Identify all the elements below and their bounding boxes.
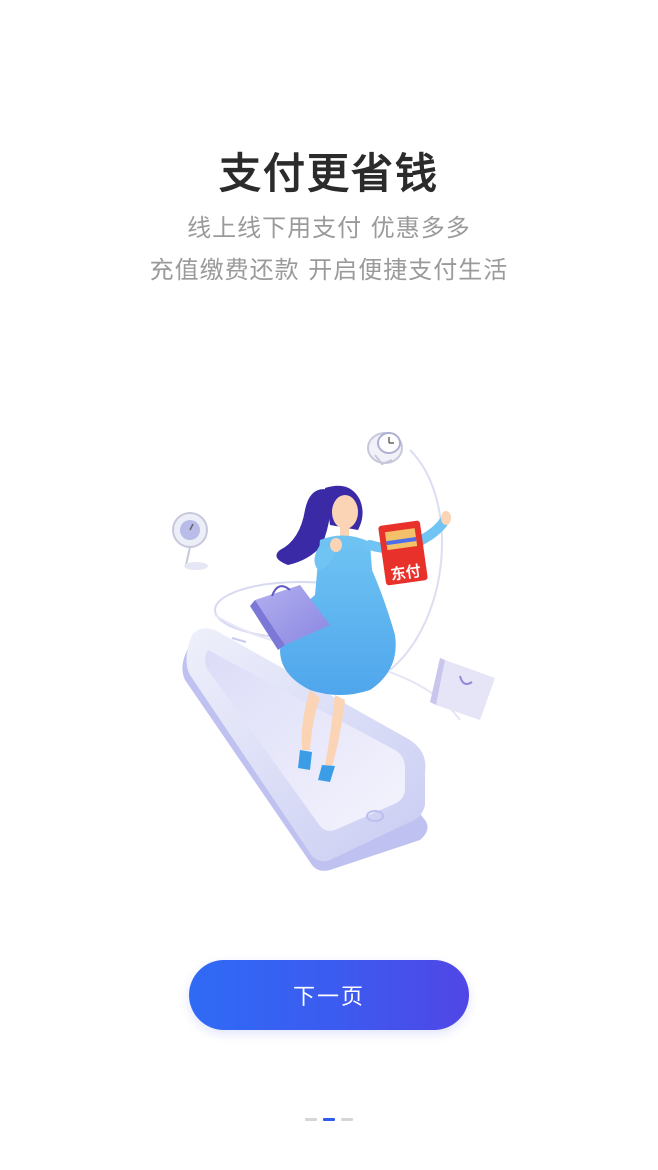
page-indicator-dot-3 [341, 1118, 353, 1121]
subtitle-line-1: 线上线下用支付 优惠多多 [187, 214, 471, 242]
payment-illustration: 东付 [172, 432, 495, 871]
page-title: 支付更省钱 [218, 149, 439, 198]
shopping-bag-icon [430, 658, 495, 720]
next-page-button[interactable]: 下一页 [189, 960, 469, 1030]
page-indicator-dot-2 [323, 1118, 335, 1121]
clock-icon [367, 432, 403, 466]
onboarding-screen: 支付更省钱 线上线下用支付 优惠多多 充值缴费还款 开启便捷支付生活 东付 下一… [0, 0, 658, 1170]
subtitle-line-2: 充值缴费还款 开启便捷支付生活 [149, 256, 509, 284]
page-indicator [0, 1118, 658, 1121]
payment-card-icon: 东付 [378, 520, 428, 586]
location-pin-icon [172, 512, 208, 570]
page-indicator-dot-1 [305, 1118, 317, 1121]
